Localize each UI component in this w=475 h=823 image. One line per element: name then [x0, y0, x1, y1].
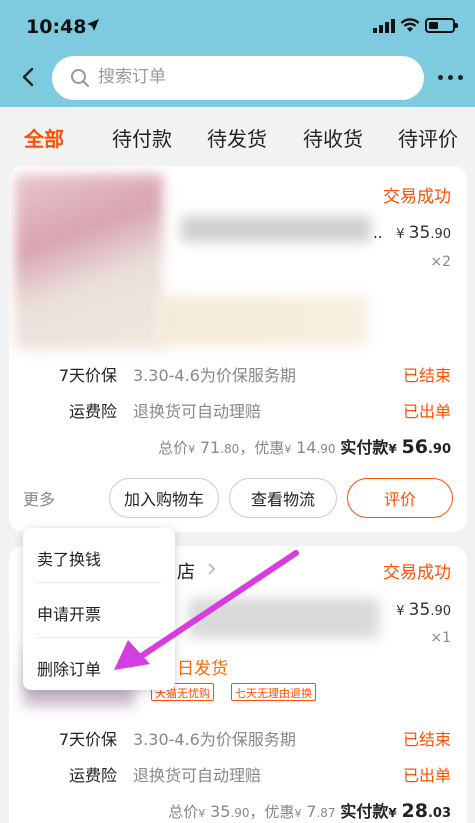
status-bar: 10:48 [0, 0, 475, 50]
blurred-product-title [181, 216, 371, 242]
chevron-right-icon [208, 563, 216, 575]
tab-all[interactable]: 全部 [24, 123, 64, 152]
tab-pending-payment[interactable]: 待付款 [112, 123, 172, 152]
order-card[interactable]: 交易成功 .. ¥ 35.90 ×2 7天价保 3.30-4.6为价保服务期 已… [9, 166, 467, 532]
order-status: 交易成功 [383, 187, 451, 207]
back-arrow-icon[interactable] [14, 62, 44, 92]
search-input[interactable] [98, 67, 398, 87]
shipping-insurance-label: 运费险 [68, 766, 117, 785]
product-image[interactable] [15, 174, 163, 350]
menu-item-sell[interactable]: 卖了换钱 [23, 528, 175, 582]
price-protection-status[interactable]: 已结束 [403, 726, 451, 750]
more-dots-icon[interactable] [436, 66, 466, 90]
item-quantity: ×1 [430, 630, 451, 646]
price-protection-status[interactable]: 已结束 [403, 362, 451, 386]
more-actions-button[interactable]: 更多 [23, 486, 55, 510]
order-tabs: 全部 待付款 待发货 待收货 待评价 [0, 107, 475, 165]
price-protection-label: 7天价保 [58, 730, 117, 749]
item-quantity: ×2 [430, 254, 451, 270]
price-protection-value: 3.30-4.6为价保服务期 [133, 730, 296, 749]
more-actions-menu: 卖了换钱 申请开票 删除订单 [23, 528, 175, 690]
shipping-insurance-label: 运费险 [68, 402, 117, 421]
item-price: ¥ 35.90 [396, 223, 451, 243]
location-arrow-icon [87, 19, 99, 31]
shipping-promise: 日发货 [177, 659, 228, 679]
signal-icon [373, 19, 395, 33]
order-total-line: 总价¥ 35.90，优惠¥ 7.87 实付款¥ 28.03 [168, 800, 451, 822]
menu-item-invoice[interactable]: 申请开票 [23, 583, 175, 637]
item-price: ¥ 35.90 [396, 600, 451, 620]
shipping-insurance-status[interactable]: 已出单 [403, 398, 451, 422]
search-icon [71, 69, 89, 87]
order-total-line: 总价¥ 71.80，优惠¥ 14.90 实付款¥ 56.90 [158, 436, 451, 458]
blurred-product-detail [157, 296, 367, 346]
wifi-icon [400, 18, 420, 32]
tab-pending-receipt[interactable]: 待收货 [303, 123, 363, 152]
track-shipment-button[interactable]: 查看物流 [229, 478, 337, 518]
tab-pending-review[interactable]: 待评价 [398, 123, 458, 152]
shipping-insurance-value: 退换货可自动理赔 [133, 766, 262, 785]
status-time: 10:48 [26, 16, 87, 38]
blurred-product-title [189, 598, 379, 638]
price-protection-value: 3.30-4.6为价保服务期 [133, 366, 296, 385]
order-status: 交易成功 [383, 563, 451, 583]
add-to-cart-button[interactable]: 加入购物车 [109, 478, 219, 518]
review-button[interactable]: 评价 [347, 478, 453, 518]
service-tag: 七天无理由退换 [231, 683, 316, 701]
battery-icon [425, 18, 458, 33]
menu-item-delete-order[interactable]: 删除订单 [23, 638, 175, 692]
tab-pending-shipment[interactable]: 待发货 [207, 123, 267, 152]
shop-name[interactable]: 店 [177, 558, 195, 584]
shipping-insurance-status[interactable]: 已出单 [403, 762, 451, 786]
header: 10:48 [0, 0, 475, 107]
price-protection-label: 7天价保 [58, 366, 117, 385]
search-bar[interactable] [52, 56, 424, 100]
title-ellipsis: .. [373, 224, 383, 242]
shipping-insurance-value: 退换货可自动理赔 [133, 402, 262, 421]
